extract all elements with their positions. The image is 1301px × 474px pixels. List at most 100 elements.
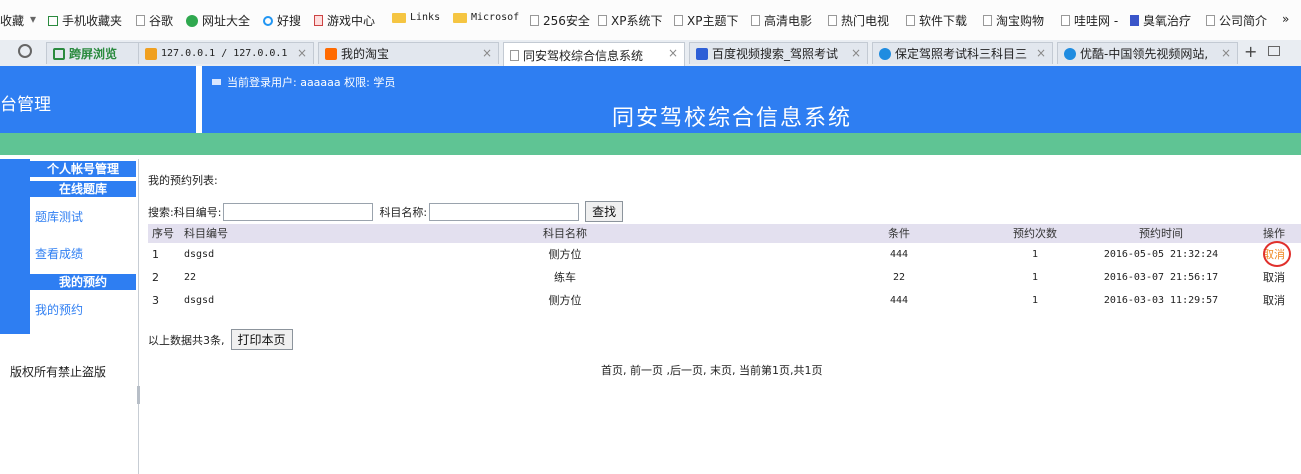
sidebar-item-quiz[interactable]: 题库测试 [30,200,136,234]
frame-resize-handle[interactable] [137,386,140,404]
row-code: dsgsd [184,295,215,306]
sidebar-item-my-reservations[interactable]: 我的预约 [30,293,136,327]
doc-icon [983,15,992,26]
tab-baoding-exam[interactable]: 保定驾照考试科三科目三 × [872,42,1053,64]
reservation-table: 序号 科目编号 科目名称 条件 预约次数 预约时间 操作 1 dsgsd 侧方位… [148,224,1301,312]
doc-icon [828,15,837,26]
new-tab-button[interactable]: + [1244,42,1257,61]
bookmark-ozone[interactable]: 臭氧治疗 [1130,12,1191,29]
col-code: 科目编号 [184,227,228,240]
phone-icon [48,15,58,26]
bookmark-google[interactable]: 谷歌 [136,12,173,29]
tab-phpmyadmin[interactable]: 127.0.0.1 / 127.0.0.1 × [138,42,314,64]
copyright-text: 版权所有禁止盗版 [10,365,107,379]
tab-list-icon[interactable] [1268,46,1280,56]
admin-header: 台管理 [0,66,196,133]
baidu-icon [696,47,708,60]
system-header: 当前登录用户: aaaaaa 权限: 学员 同安驾校综合信息系统 [202,66,1301,133]
search-button[interactable]: 查找 [585,201,624,222]
game-icon [314,15,323,26]
bookmark-company[interactable]: 公司简介 [1206,12,1267,29]
bookmarks-bar: 收藏 ▾ 手机收藏夹 谷歌 网址大全 好搜 游戏中心 Links Microso… [0,0,1301,40]
bookmark-tv[interactable]: 热门电视 [828,12,889,29]
doc-icon [136,15,145,26]
name-label: 科目名称: [379,205,428,219]
sidebar-item-scores[interactable]: 查看成绩 [30,237,136,271]
sidebar-section-question-bank[interactable]: 在线题库 [30,181,136,197]
tab-close-icon[interactable]: × [851,46,861,60]
sidebar-section-account[interactable]: 个人帐号管理 [30,161,136,177]
doc-icon [674,15,683,26]
tab-driving-school[interactable]: 同安驾校综合信息系统 × [503,42,685,67]
play-icon [1064,47,1076,60]
system-title: 同安驾校综合信息系统 [612,106,853,131]
bookmark-wawa[interactable]: 哇哇网 - [1061,12,1118,29]
tab-baidu-video[interactable]: 百度视频搜索_驾照考试 × [689,42,868,64]
bookmark-xp-theme[interactable]: XP主题下 [674,12,738,29]
play-icon [879,47,891,60]
doc-icon [598,15,607,26]
list-title: 我的预约列表: [148,174,218,187]
refresh-icon[interactable] [18,44,32,58]
bookmark-links[interactable]: Links [392,12,440,23]
table-row: 1 dsgsd 侧方位 444 1 2016-05-05 21:32:24 取消 [148,243,1301,266]
brand-icon [1130,15,1139,26]
record-count: 以上数据共3条, [148,333,225,347]
bookmark-mobile[interactable]: 手机收藏夹 [48,12,122,29]
bookmark-hd-movies[interactable]: 高清电影 [751,12,812,29]
tab-youku[interactable]: 优酷-中国领先视频网站, × [1057,42,1238,64]
folder-icon [392,12,406,23]
code-label: 科目编号: [173,205,222,219]
tab-close-icon[interactable]: × [297,46,307,60]
search-q-icon [263,15,273,26]
col-index: 序号 [152,227,174,240]
bookmark-haosou[interactable]: 好搜 [263,12,301,29]
highlight-circle [1263,241,1291,267]
sidebar-accent [0,159,30,334]
tab-close-icon[interactable]: × [1036,46,1046,60]
taobao-icon [325,47,337,60]
sidebar: 个人帐号管理 在线题库 题库测试 查看成绩 我的预约 我的预约 版权所有禁止盗版 [0,159,140,474]
doc-icon [751,15,760,26]
bookmark-256[interactable]: 256安全 [530,12,590,29]
table-header: 序号 科目编号 科目名称 条件 预约次数 预约时间 操作 [148,224,1301,243]
tab-close-icon[interactable]: × [1221,46,1231,60]
bookmark-microsoft[interactable]: Microsof [453,12,519,23]
header-band [0,133,1301,155]
table-row: 2 22 练车 22 1 2016-03-07 21:56:17 取消 [148,266,1301,289]
tab-my-taobao[interactable]: 我的淘宝 × [318,42,499,64]
bookmark-hao123[interactable]: 网址大全 [186,12,250,29]
bookmarks-overflow[interactable]: » [1282,12,1289,26]
code-search-input[interactable] [223,202,374,221]
tab-close-icon[interactable]: × [482,46,492,60]
bookmark-taobao[interactable]: 淘宝购物 [983,12,1044,29]
search-label: 搜索: [148,205,174,219]
tab-cross-screen[interactable]: 跨屏浏览 [46,42,151,64]
tab-bar: 跨屏浏览 127.0.0.1 / 127.0.0.1 × 我的淘宝 × 同安驾校… [0,40,1301,67]
folder-icon [453,12,467,23]
pagination[interactable]: 首页, 前一页 ,后一页, 末页, 当前第1页,共1页 [601,362,822,378]
doc-icon [1061,15,1070,26]
current-user-info: 当前登录用户: aaaaaa 权限: 学员 [212,74,395,90]
print-button[interactable]: 打印本页 [230,329,293,350]
row-index: 3 [152,294,159,307]
doc-icon [510,49,519,61]
doc-icon [906,15,915,26]
cross-screen-icon [53,47,65,60]
pma-icon [145,47,157,60]
bookmark-dropdown[interactable]: ▾ [30,12,36,26]
sidebar-section-reservations[interactable]: 我的预约 [30,274,136,290]
green-globe-icon [186,14,198,27]
frame-divider [138,159,139,474]
admin-title: 台管理 [0,95,51,115]
bookmark-xp-system[interactable]: XP系统下 [598,12,662,29]
summary-row: 以上数据共3条, 打印本页 [148,329,293,350]
bookmark-software[interactable]: 软件下载 [906,12,967,29]
name-search-input[interactable] [429,202,580,221]
bookmark-favorites[interactable]: 收藏 [0,12,24,29]
doc-icon [1206,15,1215,26]
row-index: 1 [152,248,159,261]
row-code: dsgsd [184,249,215,260]
bookmark-games[interactable]: 游戏中心 [314,12,375,29]
tab-close-icon[interactable]: × [668,46,678,60]
